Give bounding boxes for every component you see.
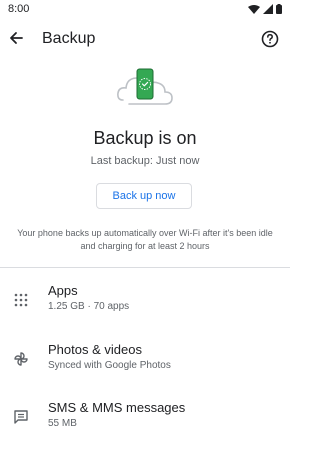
message-icon	[12, 408, 30, 426]
cell-signal-icon	[263, 4, 273, 14]
back-button[interactable]	[7, 29, 25, 47]
help-button[interactable]	[260, 29, 280, 49]
list-item-subtitle: 1.25 GB · 70 apps	[48, 301, 130, 312]
arrow-back-icon	[10, 32, 23, 44]
list-item-subtitle: Synced with Google Photos	[48, 360, 171, 371]
back-up-now-button[interactable]: Back up now	[96, 183, 192, 209]
list-item-subtitle: 55 MB	[48, 418, 77, 429]
status-bar: 8:00	[0, 0, 290, 18]
list-item-title: Apps	[48, 283, 78, 298]
battery-icon	[276, 4, 282, 14]
list-item-apps[interactable]: Apps 1.25 GB · 70 apps	[0, 281, 290, 321]
status-time: 8:00	[8, 3, 30, 15]
last-backup-text: Last backup: Just now	[90, 155, 200, 167]
pinwheel-icon	[12, 350, 30, 368]
divider	[0, 267, 290, 268]
list-item-sms-mms[interactable]: SMS & MMS messages 55 MB	[0, 398, 290, 438]
page-title: Backup	[42, 30, 96, 47]
backup-illustration	[117, 68, 173, 105]
backup-status-headline: Backup is on	[93, 128, 197, 148]
wifi-icon	[248, 5, 260, 14]
apps-grid-icon	[12, 291, 30, 309]
status-icons	[248, 4, 282, 14]
help-icon	[261, 30, 279, 48]
app-bar: Backup	[0, 26, 290, 52]
list-item-title: SMS & MMS messages	[48, 400, 186, 415]
list-item-photos-videos[interactable]: Photos & videos Synced with Google Photo…	[0, 340, 290, 380]
list-item-title: Photos & videos	[48, 342, 142, 357]
backup-description: Your phone backs up automatically over W…	[17, 228, 273, 251]
